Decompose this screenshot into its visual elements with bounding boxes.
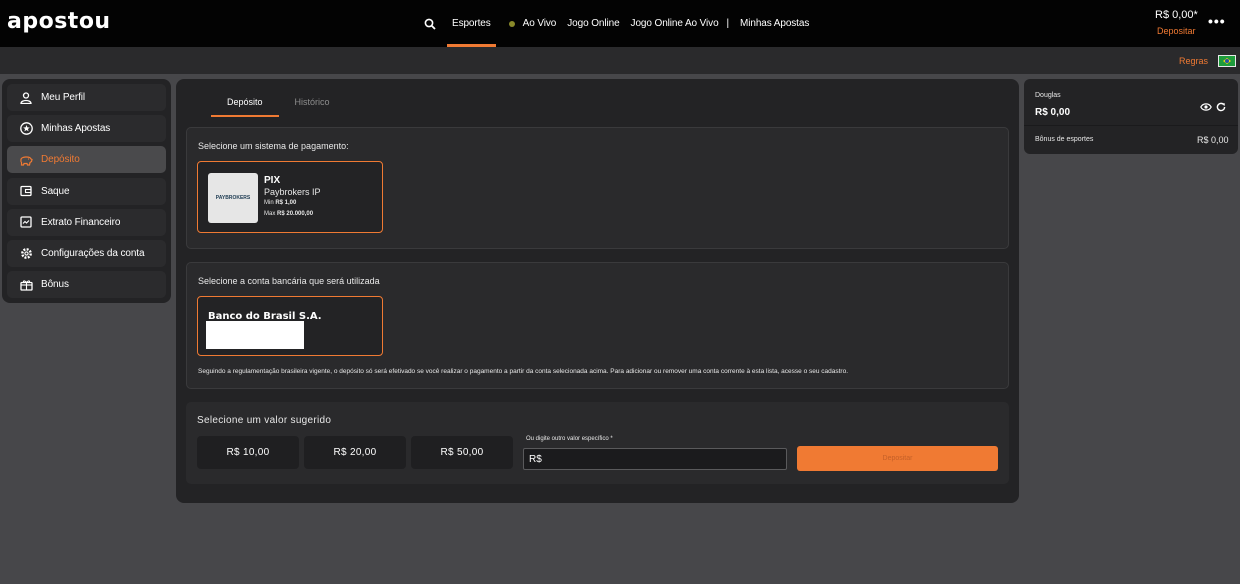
payment-provider: Paybrokers IP: [264, 187, 321, 197]
account-actions: [1200, 99, 1226, 117]
payment-min-label: Min: [264, 200, 274, 206]
payment-system-card: Selecione um sistema de pagamento: PAYBR…: [186, 127, 1009, 249]
refresh-icon[interactable]: [1216, 99, 1226, 117]
paybrokers-logo: PAYBROKERS: [208, 173, 258, 223]
amount-option-50[interactable]: R$ 50,00: [411, 436, 513, 469]
bank-account-card: Selecione a conta bancária que será util…: [186, 262, 1009, 389]
amount-title: Selecione um valor sugerido: [197, 415, 332, 426]
payment-option-pix[interactable]: PAYBROKERS PIX Paybrokers IP Min R$ 1,00…: [197, 161, 383, 233]
nav-jogo-online[interactable]: Jogo Online: [567, 0, 619, 47]
sidebar-item-label: Extrato Financeiro: [41, 216, 121, 228]
eye-icon[interactable]: [1200, 99, 1212, 117]
other-amount-label: Ou digite outro valor específico *: [526, 436, 613, 442]
sidebar-item-label: Depósito: [41, 154, 80, 166]
amount-option-20[interactable]: R$ 20,00: [304, 436, 406, 469]
payment-max-value: R$ 20.000,00: [277, 211, 314, 217]
sidebar-item-label: Minhas Apostas: [41, 123, 111, 135]
account-balance: R$ 0,00: [1035, 107, 1071, 118]
sidebar-item-label: Bônus: [41, 279, 69, 291]
deposit-button[interactable]: Depositar: [797, 446, 998, 471]
gift-icon: [19, 278, 33, 292]
search-icon[interactable]: [424, 17, 438, 31]
gear-icon: [19, 246, 33, 260]
sidebar: Meu Perfil Minhas Apostas Depósito Saque…: [2, 79, 171, 303]
amount-option-10[interactable]: R$ 10,00: [197, 436, 299, 469]
sidebar-item-meu-perfil[interactable]: Meu Perfil: [7, 84, 166, 111]
nav-separator: |: [726, 18, 730, 29]
sidebar-item-label: Configurações da conta: [41, 247, 145, 259]
sidebar-item-bonus[interactable]: Bônus: [7, 271, 166, 299]
wallet-icon: [19, 184, 33, 198]
payment-name: PIX: [264, 175, 281, 186]
tab-historico[interactable]: Histórico: [279, 91, 346, 117]
payment-max-label: Max: [264, 211, 276, 217]
payment-min-value: R$ 1,00: [275, 200, 297, 206]
bank-details-redacted: [206, 321, 304, 349]
nav-ao-vivo[interactable]: Ao Vivo: [507, 0, 557, 47]
sidebar-item-label: Meu Perfil: [41, 92, 86, 103]
header-deposit-link[interactable]: Depositar: [1157, 26, 1196, 36]
deposit-tabs: Depósito Histórico: [211, 91, 346, 117]
paybrokers-logo-text: PAYBROKERS: [215, 195, 251, 201]
main-nav: Esportes Ao Vivo Jogo Online Jogo Online…: [424, 0, 820, 47]
sidebar-item-saque[interactable]: Saque: [7, 177, 166, 205]
live-dot-icon: [508, 20, 515, 27]
statement-icon: [19, 215, 33, 229]
bank-account-title: Selecione a conta bancária que será util…: [198, 276, 380, 286]
more-menu-icon[interactable]: •••: [1208, 13, 1226, 29]
sidebar-item-minhas-apostas[interactable]: Minhas Apostas: [7, 115, 166, 143]
rules-link[interactable]: Regras: [1179, 56, 1208, 66]
account-user-name: Douglas: [1035, 92, 1061, 99]
header-balance[interactable]: R$ 0,00*: [1155, 9, 1198, 21]
nav-ao-vivo-label: Ao Vivo: [522, 18, 557, 29]
nav-minhas-apostas[interactable]: Minhas Apostas: [740, 0, 809, 47]
sidebar-item-configuracoes[interactable]: Configurações da conta: [7, 239, 166, 267]
account-separator: [1024, 125, 1238, 126]
sidebar-item-extrato-financeiro[interactable]: Extrato Financeiro: [7, 208, 166, 236]
nav-esportes[interactable]: Esportes: [447, 0, 496, 47]
bank-regulation-note: Seguindo a regulamentação brasileira vig…: [198, 368, 849, 375]
sidebar-item-label: Saque: [41, 185, 70, 197]
top-bar: apostou Esportes Ao Vivo Jogo Online Jog…: [0, 0, 1240, 47]
nav-jogo-online-ao-vivo[interactable]: Jogo Online Ao Vivo: [631, 0, 719, 47]
sub-bar: [0, 47, 1240, 74]
star-icon: [19, 122, 33, 136]
bonus-value: R$ 0,00: [1197, 135, 1229, 145]
account-panel: Douglas R$ 0,00 Bônus de esportes R$ 0,0…: [1024, 79, 1238, 154]
tab-deposito[interactable]: Depósito: [211, 91, 279, 117]
payment-max: Max R$ 20.000,00: [264, 211, 313, 217]
payment-min: Min R$ 1,00: [264, 200, 296, 206]
deposit-panel: Depósito Histórico Selecione um sistema …: [176, 79, 1019, 503]
bank-account-option[interactable]: Banco do Brasil S.A.: [197, 296, 383, 356]
brazil-flag-icon[interactable]: [1218, 55, 1236, 67]
user-icon: [19, 91, 33, 105]
amount-card: Selecione um valor sugerido R$ 10,00 R$ …: [186, 402, 1009, 484]
piggy-bank-icon: [19, 153, 33, 167]
bonus-label: Bônus de esportes: [1035, 136, 1094, 143]
sidebar-item-deposito[interactable]: Depósito: [7, 146, 166, 174]
other-amount-input[interactable]: [523, 448, 787, 470]
logo[interactable]: apostou: [7, 9, 111, 34]
payment-system-title: Selecione um sistema de pagamento:: [198, 141, 349, 151]
